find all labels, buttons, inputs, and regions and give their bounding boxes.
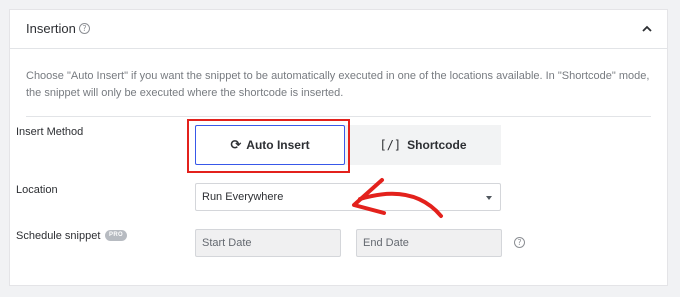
schedule-snippet-label: Schedule snippet bbox=[16, 230, 101, 242]
dropdown-caret-icon bbox=[486, 196, 492, 200]
question-circle-icon[interactable]: ? bbox=[514, 237, 525, 248]
sync-icon: ⟳ bbox=[230, 137, 242, 153]
chevron-up-icon[interactable] bbox=[639, 21, 655, 37]
insertion-description: Choose "Auto Insert" if you want the sni… bbox=[26, 70, 650, 99]
location-label: Location bbox=[16, 184, 58, 196]
end-date-input[interactable] bbox=[356, 229, 502, 257]
panel-title: Insertion bbox=[26, 21, 76, 36]
panel-header[interactable]: Insertion ? bbox=[10, 10, 667, 49]
location-select[interactable]: Run Everywhere bbox=[195, 183, 501, 211]
shortcode-button[interactable]: [/] Shortcode bbox=[345, 125, 501, 165]
shortcode-icon: [/] bbox=[379, 138, 402, 152]
location-select-value: Run Everywhere bbox=[202, 191, 284, 203]
question-circle-icon[interactable]: ? bbox=[79, 23, 90, 34]
section-divider bbox=[26, 116, 651, 117]
insert-method-label: Insert Method bbox=[16, 126, 84, 138]
insert-method-toggle: ⟳ Auto Insert [/] Shortcode bbox=[195, 125, 501, 165]
auto-insert-label: Auto Insert bbox=[246, 138, 310, 152]
start-date-input[interactable] bbox=[195, 229, 341, 257]
pro-badge: PRO bbox=[105, 230, 127, 241]
auto-insert-button[interactable]: ⟳ Auto Insert bbox=[195, 125, 345, 165]
shortcode-label: Shortcode bbox=[407, 138, 467, 152]
